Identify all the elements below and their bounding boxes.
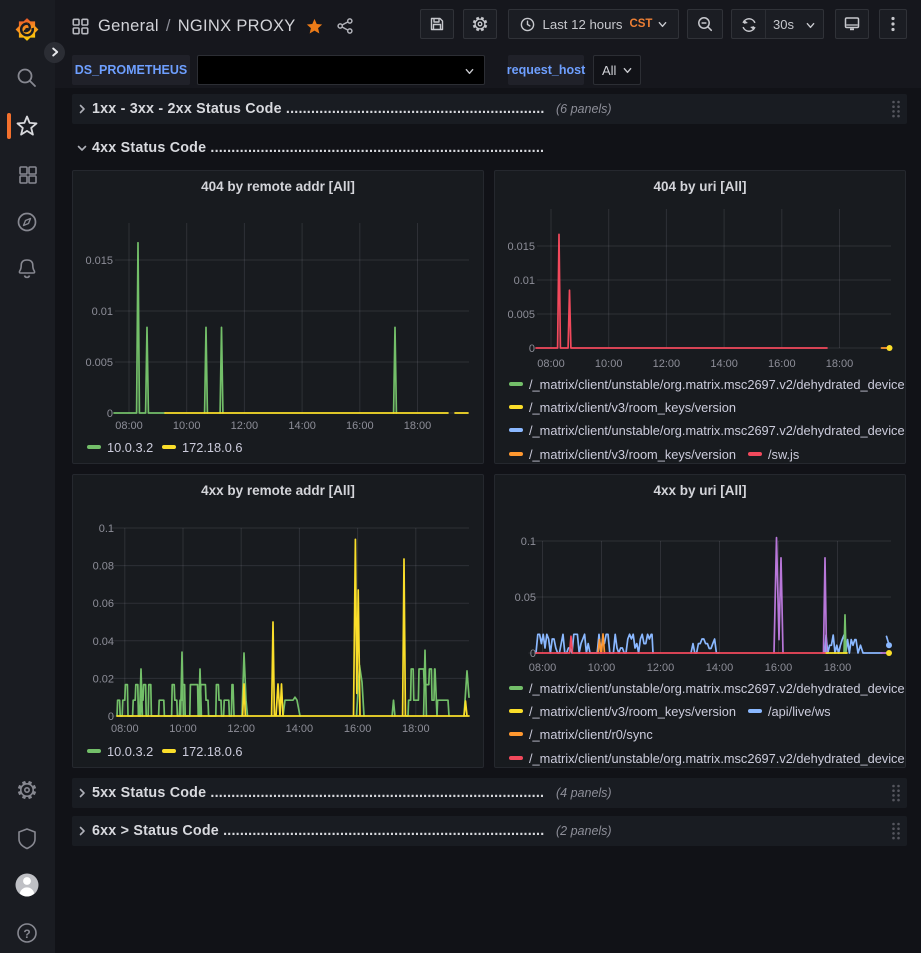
svg-text:/_matrix/client/v3/room_keys/v: /_matrix/client/v3/room_keys/version bbox=[529, 447, 736, 462]
svg-text:10.0.3.2: 10.0.3.2 bbox=[107, 744, 153, 759]
svg-text:10:00: 10:00 bbox=[595, 358, 623, 370]
svg-text:08:00: 08:00 bbox=[537, 358, 565, 370]
svg-text:0: 0 bbox=[529, 343, 535, 355]
svg-text:0: 0 bbox=[108, 711, 114, 723]
svg-text:/api/live/ws: /api/live/ws bbox=[768, 704, 831, 719]
svg-text:0.005: 0.005 bbox=[85, 357, 113, 369]
svg-text:0.04: 0.04 bbox=[93, 636, 114, 648]
svg-text:/_matrix/client/r0/sync: /_matrix/client/r0/sync bbox=[529, 727, 653, 742]
svg-text:0.05: 0.05 bbox=[515, 592, 536, 604]
svg-text:172.18.0.6: 172.18.0.6 bbox=[182, 744, 243, 759]
svg-text:18:00: 18:00 bbox=[404, 420, 432, 432]
svg-text:08:00: 08:00 bbox=[115, 420, 143, 432]
svg-text:/_matrix/client/unstable/org.m: /_matrix/client/unstable/org.matrix.msc2… bbox=[529, 377, 905, 392]
svg-text:/_matrix/client/unstable/org.m: /_matrix/client/unstable/org.matrix.msc2… bbox=[529, 681, 905, 696]
svg-text:12:00: 12:00 bbox=[231, 420, 259, 432]
svg-text:18:00: 18:00 bbox=[824, 662, 852, 674]
svg-text:16:00: 16:00 bbox=[344, 723, 372, 735]
svg-text:0.08: 0.08 bbox=[93, 561, 114, 573]
svg-text:0.015: 0.015 bbox=[507, 241, 535, 253]
svg-text:172.18.0.6: 172.18.0.6 bbox=[182, 440, 243, 455]
svg-text:10:00: 10:00 bbox=[588, 662, 616, 674]
svg-text:08:00: 08:00 bbox=[111, 723, 139, 735]
svg-text:12:00: 12:00 bbox=[647, 662, 675, 674]
svg-text:14:00: 14:00 bbox=[286, 723, 314, 735]
svg-text:10.0.3.2: 10.0.3.2 bbox=[107, 440, 153, 455]
svg-text:16:00: 16:00 bbox=[765, 662, 793, 674]
svg-text:14:00: 14:00 bbox=[706, 662, 734, 674]
svg-text:0.01: 0.01 bbox=[92, 306, 113, 318]
svg-text:18:00: 18:00 bbox=[402, 723, 430, 735]
svg-text:12:00: 12:00 bbox=[653, 358, 681, 370]
svg-text:0: 0 bbox=[107, 408, 113, 420]
svg-text:18:00: 18:00 bbox=[826, 358, 854, 370]
svg-text:0: 0 bbox=[530, 648, 536, 660]
svg-text:0.06: 0.06 bbox=[93, 598, 114, 610]
svg-text:14:00: 14:00 bbox=[288, 420, 316, 432]
svg-text:0.005: 0.005 bbox=[507, 309, 535, 321]
svg-text:14:00: 14:00 bbox=[710, 358, 738, 370]
svg-text:16:00: 16:00 bbox=[346, 420, 374, 432]
svg-text:0.1: 0.1 bbox=[99, 523, 114, 535]
svg-text:/sw.js: /sw.js bbox=[768, 447, 799, 462]
svg-text:/_matrix/client/unstable/org.m: /_matrix/client/unstable/org.matrix.msc2… bbox=[529, 751, 905, 766]
svg-text:?: ? bbox=[23, 927, 30, 941]
svg-text:08:00: 08:00 bbox=[529, 662, 557, 674]
svg-text:16:00: 16:00 bbox=[768, 358, 796, 370]
svg-text:/_matrix/client/unstable/org.m: /_matrix/client/unstable/org.matrix.msc2… bbox=[529, 423, 905, 438]
svg-text:0.02: 0.02 bbox=[93, 673, 114, 685]
svg-text:10:00: 10:00 bbox=[173, 420, 201, 432]
svg-text:0.1: 0.1 bbox=[521, 536, 536, 548]
svg-text:0.015: 0.015 bbox=[85, 255, 113, 267]
svg-text:/_matrix/client/v3/room_keys/v: /_matrix/client/v3/room_keys/version bbox=[529, 704, 736, 719]
svg-text:10:00: 10:00 bbox=[169, 723, 197, 735]
svg-text:/_matrix/client/v3/room_keys/v: /_matrix/client/v3/room_keys/version bbox=[529, 400, 736, 415]
svg-text:0.01: 0.01 bbox=[514, 275, 535, 287]
svg-text:12:00: 12:00 bbox=[227, 723, 255, 735]
